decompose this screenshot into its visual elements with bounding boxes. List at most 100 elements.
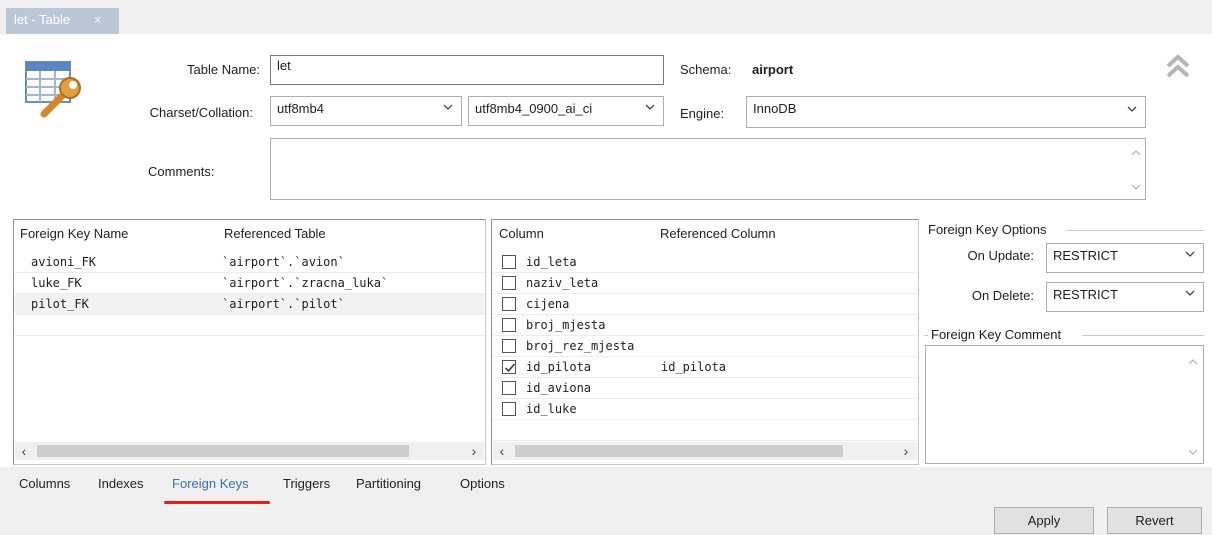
comments-textarea[interactable] xyxy=(270,138,1146,200)
table-row[interactable]: id_aviona xyxy=(493,378,917,399)
fk-referenced-table: `airport`.`avion` xyxy=(222,255,345,269)
table-name-label: Table Name: xyxy=(187,62,260,77)
schema-label: Schema: xyxy=(680,62,732,77)
fk-name: luke_FK xyxy=(31,276,82,290)
engine-label: Engine: xyxy=(680,106,725,121)
referenced-column: id_pilota xyxy=(661,360,727,374)
checkbox[interactable] xyxy=(502,318,516,332)
scroll-left-icon[interactable]: ‹ xyxy=(495,443,509,459)
table-row[interactable]: id_pilota id_pilota xyxy=(493,357,917,378)
apply-button[interactable]: Apply xyxy=(994,507,1094,534)
checkbox[interactable] xyxy=(502,276,516,290)
tab-triggers[interactable]: Triggers xyxy=(283,476,330,491)
chevron-down-icon xyxy=(443,104,453,110)
divider xyxy=(1066,230,1204,231)
on-update-select[interactable]: RESTRICT xyxy=(1046,243,1204,273)
on-update-value: RESTRICT xyxy=(1053,248,1118,263)
column-header-referenced-column: Referenced Column xyxy=(660,226,776,241)
fk-name: avioni_FK xyxy=(31,255,97,269)
collation-select[interactable]: utf8mb4_0900_ai_ci xyxy=(468,96,664,126)
checkbox[interactable] xyxy=(502,381,516,395)
table-wrench-icon xyxy=(24,56,88,120)
column-name: id_luke xyxy=(526,402,577,416)
document-tab[interactable]: let - Table × xyxy=(6,8,119,34)
column-name: broj_rez_mjesta xyxy=(526,339,635,353)
engine-select-value: InnoDB xyxy=(753,101,797,116)
tab-indexes[interactable]: Indexes xyxy=(98,476,144,491)
column-header-referenced-table: Referenced Table xyxy=(224,226,326,241)
column-name: cijena xyxy=(526,297,570,311)
checkbox[interactable] xyxy=(502,402,516,416)
on-update-label: On Update: xyxy=(967,248,1035,263)
chevron-down-icon xyxy=(1185,290,1195,296)
double-chevron-up-icon[interactable] xyxy=(1164,52,1192,80)
fk-name: pilot_FK xyxy=(31,297,89,311)
fk-comment-textarea[interactable] xyxy=(925,345,1204,464)
table-row[interactable]: avioni_FK `airport`.`avion` xyxy=(15,252,484,273)
tab-columns[interactable]: Columns xyxy=(19,476,70,491)
fk-comment-title: Foreign Key Comment xyxy=(931,327,1062,342)
scroll-left-icon[interactable]: ‹ xyxy=(17,443,31,459)
charset-select[interactable]: utf8mb4 xyxy=(270,96,462,126)
table-name-input[interactable]: let xyxy=(270,55,664,85)
empty-row[interactable] xyxy=(493,420,917,441)
tab-foreign-keys[interactable]: Foreign Keys xyxy=(172,476,249,491)
horizontal-scrollbar[interactable]: ‹ › xyxy=(493,442,917,460)
foreign-key-list[interactable]: Foreign Key Name Referenced Table avioni… xyxy=(13,219,486,465)
column-name: id_leta xyxy=(526,255,577,269)
table-row[interactable]: broj_rez_mjesta xyxy=(493,336,917,357)
engine-select[interactable]: InnoDB xyxy=(746,96,1146,128)
scrollbar-thumb[interactable] xyxy=(37,445,409,457)
table-row-selected[interactable]: pilot_FK `airport`.`pilot` xyxy=(15,294,484,315)
chevron-down-icon xyxy=(1127,106,1137,112)
checkmark-icon xyxy=(504,363,516,373)
scroll-right-icon[interactable]: › xyxy=(899,443,913,459)
schema-value: airport xyxy=(752,62,794,77)
horizontal-scrollbar[interactable]: ‹ › xyxy=(15,442,484,460)
chevron-down-icon xyxy=(645,104,655,110)
column-header-column: Column xyxy=(499,226,544,241)
on-delete-select[interactable]: RESTRICT xyxy=(1046,282,1204,312)
scroll-down-icon[interactable] xyxy=(1131,183,1141,191)
fk-referenced-table: `airport`.`pilot` xyxy=(222,297,345,311)
column-name: id_pilota xyxy=(526,360,592,374)
table-row[interactable]: cijena xyxy=(493,294,917,315)
revert-button[interactable]: Revert xyxy=(1107,507,1202,534)
table-row[interactable]: naziv_leta xyxy=(493,273,917,294)
scroll-up-icon[interactable] xyxy=(1131,149,1141,157)
document-tab-strip xyxy=(0,0,1212,34)
tab-partitioning[interactable]: Partitioning xyxy=(356,476,421,491)
checkbox[interactable] xyxy=(502,297,516,311)
scroll-up-icon[interactable] xyxy=(1188,358,1198,366)
table-row[interactable]: id_luke xyxy=(493,399,917,420)
checkbox-checked[interactable] xyxy=(502,360,516,374)
checkbox[interactable] xyxy=(502,255,516,269)
scrollbar-thumb[interactable] xyxy=(515,445,843,457)
collation-select-value: utf8mb4_0900_ai_ci xyxy=(475,101,593,116)
column-name: id_aviona xyxy=(526,381,592,395)
active-tab-indicator xyxy=(164,501,270,504)
comments-label: Comments: xyxy=(148,164,215,179)
close-icon[interactable]: × xyxy=(94,12,102,27)
scroll-down-icon[interactable] xyxy=(1188,448,1198,456)
table-row[interactable]: broj_mjesta xyxy=(493,315,917,336)
document-tab-label: let - Table xyxy=(14,12,71,27)
column-name: broj_mjesta xyxy=(526,318,606,332)
column-name: naziv_leta xyxy=(526,276,599,290)
fk-referenced-table: `airport`.`zracna_luka` xyxy=(222,276,389,290)
chevron-down-icon xyxy=(1185,251,1195,257)
column-mapping-list[interactable]: Column Referenced Column id_leta naziv_le… xyxy=(491,219,919,465)
checkbox[interactable] xyxy=(502,339,516,353)
divider xyxy=(924,335,928,336)
empty-row[interactable] xyxy=(15,315,484,336)
tab-options[interactable]: Options xyxy=(460,476,505,491)
charset-select-value: utf8mb4 xyxy=(277,101,324,116)
table-row[interactable]: luke_FK `airport`.`zracna_luka` xyxy=(15,273,484,294)
scroll-right-icon[interactable]: › xyxy=(467,443,481,459)
on-delete-label: On Delete: xyxy=(971,288,1034,303)
divider xyxy=(1082,335,1204,336)
table-row[interactable]: id_leta xyxy=(493,252,917,273)
on-delete-value: RESTRICT xyxy=(1053,287,1118,302)
column-header-fk-name: Foreign Key Name xyxy=(20,226,129,241)
fk-options-title: Foreign Key Options xyxy=(928,222,1047,237)
